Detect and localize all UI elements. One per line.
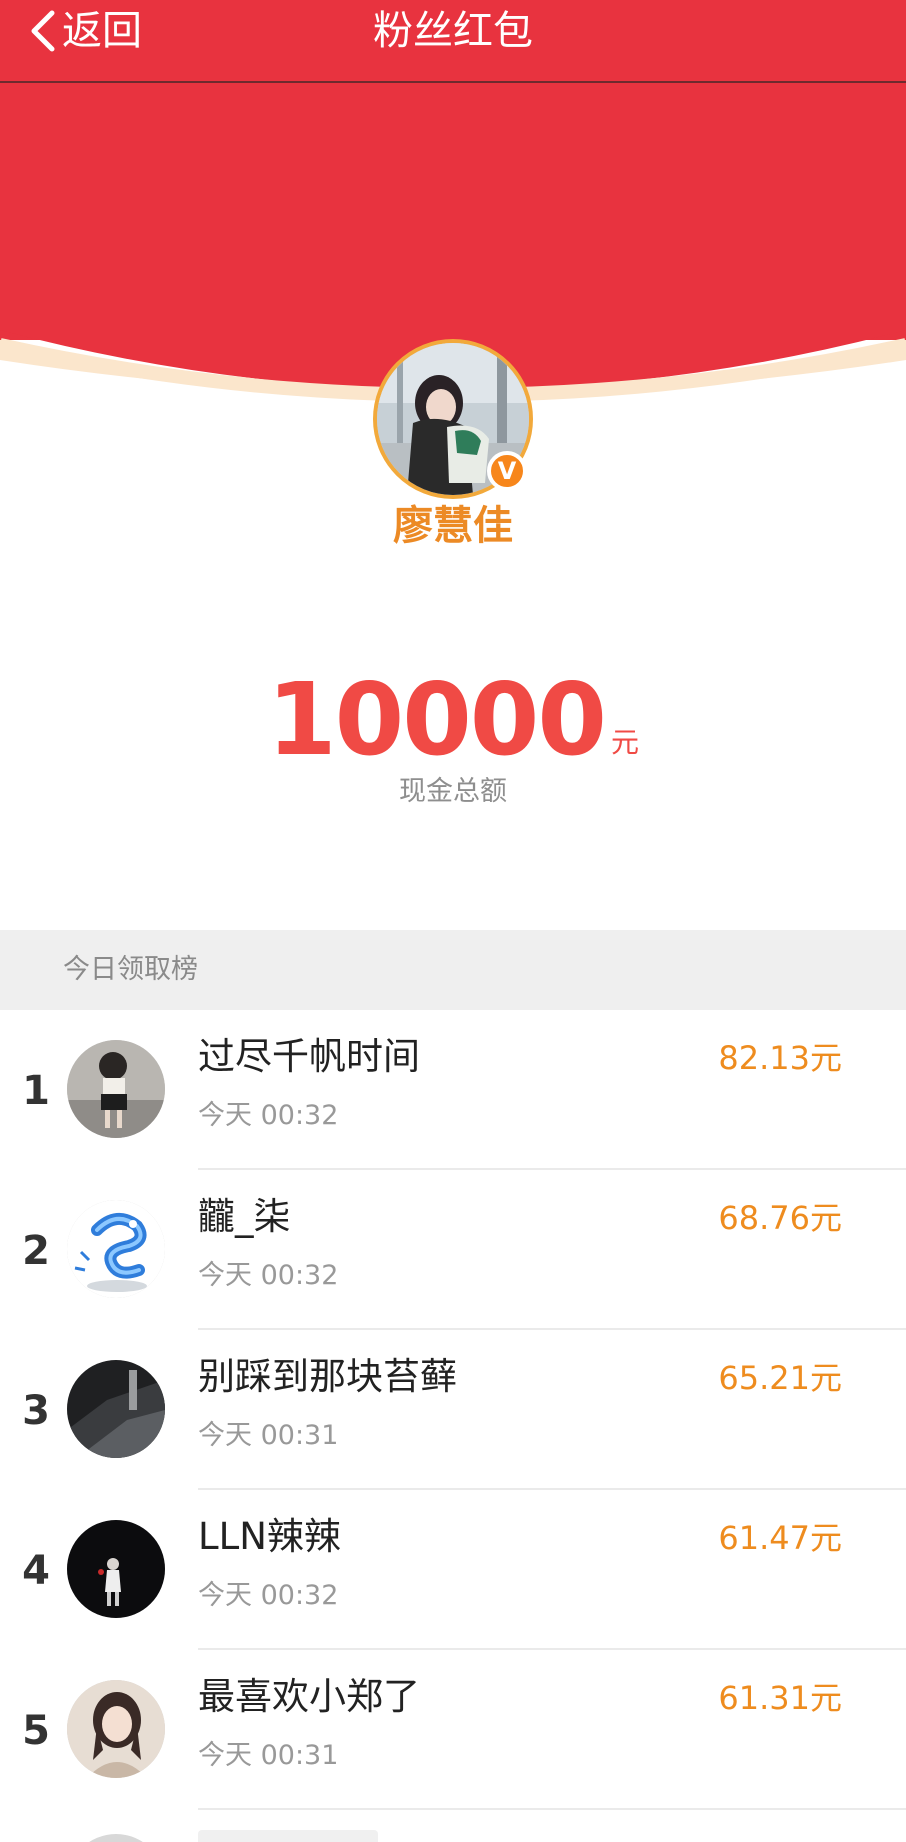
receive-amount: 68.76元 (718, 1199, 842, 1237)
user-avatar[interactable] (67, 1040, 165, 1138)
user-avatar[interactable] (67, 1834, 165, 1842)
user-avatar[interactable] (67, 1360, 165, 1458)
ranking-row[interactable]: 3 别踩到那块苔藓 今天 00:31 65.21元 (0, 1330, 906, 1490)
user-avatar[interactable] (67, 1200, 165, 1298)
rank-number: 4 (22, 1548, 50, 1594)
user-name: 龖_柒 (198, 1195, 291, 1238)
user-name: LLN辣辣 (198, 1515, 341, 1558)
user-name: 过尽千帆时间 (198, 1035, 420, 1078)
user-photo-icon (67, 1680, 165, 1778)
host-avatar-wrap[interactable]: V (373, 339, 533, 499)
receive-amount: 65.21元 (718, 1359, 842, 1397)
total-amount-caption: 现金总额 (399, 776, 507, 807)
total-amount-row: 10000 元 (0, 665, 906, 775)
receive-time: 今天 00:32 (198, 1100, 339, 1131)
receive-amount: 82.13元 (718, 1039, 842, 1077)
receive-amount: 61.47元 (718, 1519, 842, 1557)
ranking-row[interactable]: 1 过尽千帆时间 今天 00:32 82.13元 (0, 1010, 906, 1170)
host-name[interactable]: 廖慧佳 (0, 496, 906, 556)
user-avatar[interactable] (67, 1520, 165, 1618)
rank-number: 5 (22, 1708, 50, 1754)
receive-time: 今天 00:31 (198, 1420, 339, 1451)
receive-time: 今天 00:31 (198, 1740, 339, 1771)
receive-time: 今天 00:32 (198, 1260, 339, 1291)
total-amount: 10000 (267, 661, 607, 778)
user-photo-icon (67, 1360, 165, 1458)
page-title: 粉丝红包 (373, 8, 533, 54)
receive-amount: 61.31元 (718, 1679, 842, 1717)
user-name: 别踩到那块苔藓 (198, 1355, 457, 1398)
dragon-icon (67, 1200, 165, 1298)
ranking-row[interactable]: 5 最喜欢小郑了 今天 00:31 61.31元 (0, 1650, 906, 1810)
verified-badge: V (487, 451, 527, 491)
rank-number: 2 (22, 1228, 50, 1274)
total-amount-unit: 元 (610, 726, 639, 759)
top-bar: 返回 粉丝红包 (0, 0, 906, 83)
ranking-row-partial[interactable] (0, 1810, 906, 1842)
ranking-section-header: 今日领取榜 (0, 930, 906, 1010)
rank-number: 3 (22, 1388, 50, 1434)
ranking-row[interactable]: 2 龖_柒 今天 00:32 68.76元 (0, 1170, 906, 1330)
user-name-placeholder (198, 1830, 378, 1842)
user-avatar[interactable] (67, 1680, 165, 1778)
receive-time: 今天 00:32 (198, 1580, 339, 1611)
user-photo-icon (67, 1520, 165, 1618)
rank-number: 1 (22, 1068, 50, 1114)
user-photo-icon (67, 1040, 165, 1138)
ranking-list: 1 过尽千帆时间 今天 00:32 82.13元 2 龖_柒 今天 00:32 … (0, 1010, 906, 1842)
ranking-row[interactable]: 4 LLN辣辣 今天 00:32 61.47元 (0, 1490, 906, 1650)
user-name: 最喜欢小郑了 (198, 1675, 420, 1718)
